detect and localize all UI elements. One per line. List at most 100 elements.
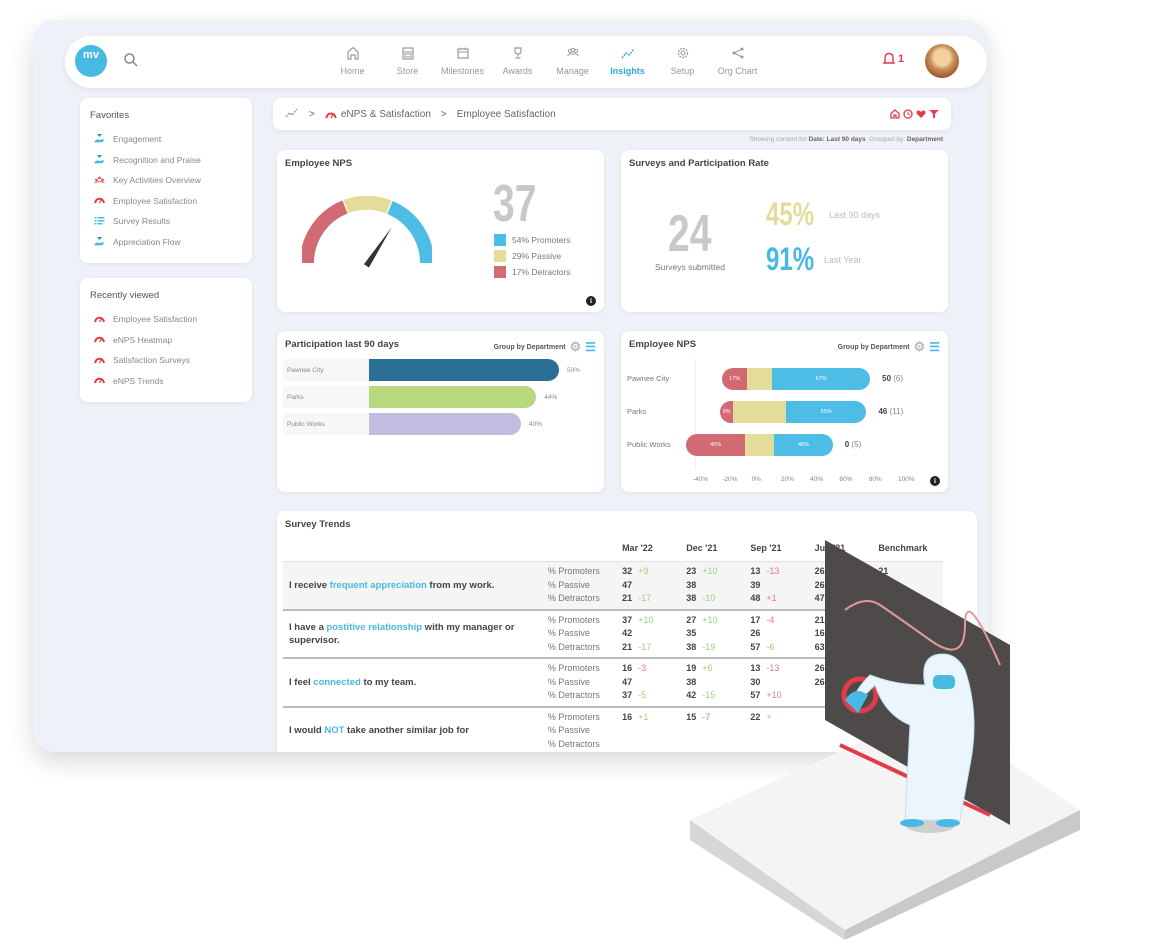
nps-department-row: Pawnee City 17% 67% 50 (6) bbox=[621, 367, 948, 391]
breadcrumb-separator: > bbox=[440, 108, 447, 120]
axis-tick-label: 40% bbox=[810, 476, 824, 483]
filter-summary: Showing content for Date: Last 90 days G… bbox=[749, 136, 943, 143]
main-nav: Home Store Milestones Awards Manage Insi… bbox=[325, 44, 765, 76]
clock-icon[interactable] bbox=[903, 109, 913, 119]
axis-tick-label: 20% bbox=[780, 476, 794, 483]
metric-labels: % Promoters% Passive% Detractors bbox=[547, 609, 623, 659]
notifications-button[interactable]: 1 bbox=[883, 52, 904, 65]
trend-cell: 32 +9 47 21 -17 bbox=[622, 561, 687, 611]
employee-nps-card: Employee NPS 37 54% Promoters 29% Passive… bbox=[277, 150, 604, 312]
recent-item-label: Employee Satisfaction bbox=[113, 314, 198, 325]
promoters-segment[interactable]: 55% bbox=[785, 401, 867, 423]
trophy-icon bbox=[490, 44, 545, 62]
nav-item-label: Setup bbox=[670, 66, 695, 76]
info-icon[interactable]: i bbox=[930, 476, 940, 486]
favorites-title: Favorites bbox=[90, 110, 130, 121]
recent-item[interactable]: Satisfaction Surveys bbox=[80, 350, 252, 371]
surveys-count-label: Surveys submitted bbox=[655, 262, 725, 272]
card-title: Survey Trends bbox=[285, 519, 351, 530]
passive-segment[interactable] bbox=[744, 434, 775, 456]
department-label: Public Works bbox=[283, 413, 369, 435]
favorites-panel: Favorites Engagement Recognition and Prai… bbox=[80, 98, 252, 263]
nav-item-awards[interactable]: Awards bbox=[490, 44, 545, 76]
share-icon bbox=[710, 44, 765, 62]
group-by-control[interactable]: Group by Department ⚙ ☰ bbox=[838, 339, 940, 355]
promoters-segment[interactable]: 40% bbox=[774, 434, 833, 456]
hand-heart-icon bbox=[94, 236, 105, 248]
legend-label: 29% Passive bbox=[512, 251, 562, 261]
card-title: Employee NPS bbox=[629, 339, 697, 350]
gauge-detractors-arc bbox=[302, 200, 348, 264]
nav-item-label: Awards bbox=[502, 66, 533, 76]
gauge-icon bbox=[94, 314, 105, 325]
recent-item[interactable]: Employee Satisfaction bbox=[80, 309, 252, 330]
passive-segment[interactable] bbox=[747, 368, 773, 390]
nav-item-home[interactable]: Home bbox=[325, 44, 380, 76]
column-header[interactable]: Mar '22 bbox=[622, 539, 687, 562]
breadcrumb-section[interactable]: eNPS & Satisfaction bbox=[325, 109, 431, 120]
legend-swatch bbox=[494, 266, 506, 278]
gauge-needle bbox=[363, 227, 392, 268]
participation-value: 50% bbox=[567, 366, 581, 374]
brand-logo[interactable]: mv bbox=[75, 45, 107, 77]
nav-item-label: Manage bbox=[556, 66, 589, 76]
participation-row: Pawnee City 50% bbox=[283, 359, 593, 381]
participation-bar[interactable] bbox=[369, 413, 521, 435]
breadcrumb: > eNPS & Satisfaction > Employee Satisfa… bbox=[273, 98, 951, 130]
nav-item-milestones[interactable]: Milestones bbox=[435, 44, 490, 76]
participation-bar[interactable] bbox=[369, 386, 537, 408]
gauge-icon bbox=[94, 334, 105, 345]
user-avatar[interactable] bbox=[925, 44, 959, 78]
recent-item[interactable]: eNPS Trends bbox=[80, 371, 252, 392]
heart-icon[interactable] bbox=[916, 109, 926, 119]
gauge-icon bbox=[94, 375, 105, 386]
trend-cell: 37 +10 42 21 -17 bbox=[622, 609, 687, 659]
group-by-control[interactable]: Group by Department ⚙ ☰ bbox=[494, 339, 596, 355]
breadcrumb-separator: > bbox=[309, 108, 315, 120]
favorite-item[interactable]: Survey Results bbox=[80, 211, 252, 232]
gear-icon[interactable]: ⚙ bbox=[570, 339, 582, 355]
card-title: Employee NPS bbox=[285, 158, 353, 169]
gear-icon[interactable]: ⚙ bbox=[914, 339, 926, 355]
gauge-icon bbox=[94, 355, 105, 366]
search-icon[interactable] bbox=[123, 52, 139, 73]
favorite-item[interactable]: Employee Satisfaction bbox=[80, 191, 252, 212]
nav-item-org-chart[interactable]: Org Chart bbox=[710, 44, 765, 76]
gauge-icon bbox=[94, 195, 105, 206]
trend-cell: 16 -3 47 37 -5 bbox=[622, 658, 687, 708]
participation-rate-year-label: Last Year bbox=[824, 255, 862, 265]
people-icon bbox=[545, 44, 600, 62]
nav-item-label: Insights bbox=[610, 66, 645, 76]
list-view-icon[interactable]: ☰ bbox=[929, 340, 940, 354]
favorite-item-label: Employee Satisfaction bbox=[113, 195, 198, 206]
breadcrumb-current: Employee Satisfaction bbox=[456, 108, 556, 120]
home-icon bbox=[325, 44, 380, 62]
legend-label: 54% Promoters bbox=[512, 235, 571, 245]
nav-item-insights[interactable]: Insights bbox=[600, 44, 655, 76]
nps-score-label: 0 (5) bbox=[844, 440, 862, 449]
favorite-item[interactable]: Appreciation Flow bbox=[80, 232, 252, 253]
favorite-item[interactable]: Engagement bbox=[80, 129, 252, 150]
legend-swatch bbox=[494, 250, 506, 262]
recent-item-label: eNPS Heatmap bbox=[113, 334, 173, 345]
nav-item-store[interactable]: Store bbox=[380, 44, 435, 76]
detractors-segment[interactable]: 17% bbox=[722, 368, 748, 390]
favorite-item[interactable]: Recognition and Praise bbox=[80, 150, 252, 171]
info-icon[interactable]: i bbox=[586, 296, 596, 306]
detractors-segment[interactable]: 9% bbox=[720, 401, 734, 423]
home-icon[interactable] bbox=[890, 109, 900, 119]
favorite-item[interactable]: Key Activities Overview bbox=[80, 170, 252, 191]
nav-item-setup[interactable]: Setup bbox=[655, 44, 710, 76]
nav-item-manage[interactable]: Manage bbox=[545, 44, 600, 76]
legend-label: 17% Detractors bbox=[512, 267, 571, 277]
legend-swatch bbox=[494, 234, 506, 246]
filter-icon[interactable] bbox=[929, 109, 939, 119]
list-view-icon[interactable]: ☰ bbox=[585, 340, 596, 354]
participation-bar[interactable] bbox=[369, 359, 559, 381]
question-text: I feel connected to my team. bbox=[283, 658, 548, 708]
recent-item[interactable]: eNPS Heatmap bbox=[80, 330, 252, 351]
detractors-segment[interactable]: 40% bbox=[686, 434, 745, 456]
passive-segment[interactable] bbox=[733, 401, 786, 423]
insights-icon[interactable] bbox=[285, 108, 299, 121]
promoters-segment[interactable]: 67% bbox=[772, 368, 871, 390]
